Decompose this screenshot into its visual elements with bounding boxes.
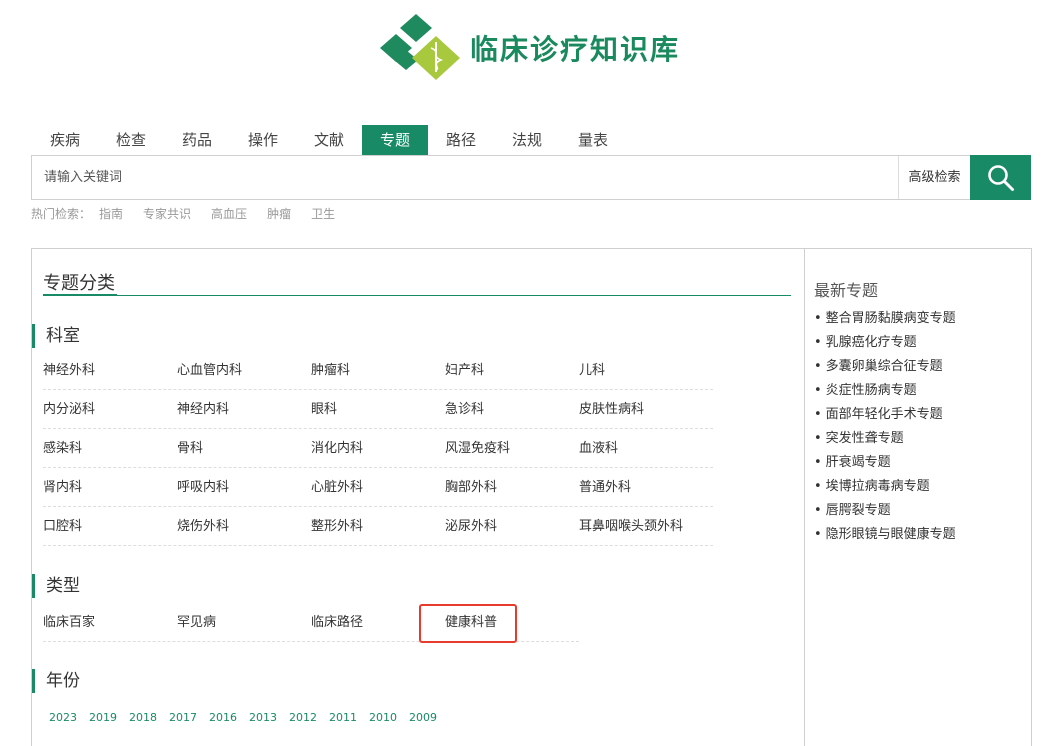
search-button[interactable]: [970, 155, 1031, 200]
department-grid: 神经外科 心血管内科 肿瘤科 妇产科 儿科 内分泌科 神经内科 眼科 急诊科 皮…: [43, 351, 713, 546]
advanced-search-button[interactable]: 高级检索: [898, 156, 970, 199]
latest-topic-link[interactable]: 整合胃肠黏膜病变专题: [814, 307, 956, 331]
type-link[interactable]: 罕见病: [177, 603, 311, 642]
search-icon: [988, 165, 1014, 191]
year-link[interactable]: 2017: [169, 711, 197, 724]
tab-literature[interactable]: 文献: [296, 125, 362, 155]
tab-drug[interactable]: 药品: [164, 125, 230, 155]
latest-topics-title: 最新专题: [814, 281, 879, 300]
department-link[interactable]: 胸部外科: [445, 468, 579, 507]
department-link[interactable]: 烧伤外科: [177, 507, 311, 546]
department-link[interactable]: 眼科: [311, 390, 445, 429]
title-divider: [43, 295, 791, 296]
department-link[interactable]: 肾内科: [43, 468, 177, 507]
hot-search-item[interactable]: 高血压: [211, 205, 247, 222]
department-link[interactable]: 泌尿外科: [445, 507, 579, 546]
latest-topic-link[interactable]: 埃博拉病毒病专题: [814, 475, 956, 499]
department-link[interactable]: 血液科: [579, 429, 713, 468]
sidebar-divider: [804, 249, 805, 746]
latest-topic-link[interactable]: 炎症性肠病专题: [814, 379, 956, 403]
latest-topic-link[interactable]: 唇腭裂专题: [814, 499, 956, 523]
department-link[interactable]: 风湿免疫科: [445, 429, 579, 468]
tab-pathway[interactable]: 路径: [428, 125, 494, 155]
department-link[interactable]: 内分泌科: [43, 390, 177, 429]
year-link[interactable]: 2009: [409, 711, 437, 724]
department-link[interactable]: 口腔科: [43, 507, 177, 546]
year-link[interactable]: 2019: [89, 711, 117, 724]
page-title: 专题分类: [43, 273, 115, 294]
latest-topics-list: 整合胃肠黏膜病变专题 乳腺癌化疗专题 多囊卵巢综合征专题 炎症性肠病专题 面部年…: [814, 307, 956, 547]
latest-topic-link[interactable]: 隐形眼镜与眼健康专题: [814, 523, 956, 547]
logo-text: 临床诊疗知识库: [470, 33, 681, 66]
tab-exam[interactable]: 检查: [98, 125, 164, 155]
hot-search-item[interactable]: 专家共识: [143, 205, 191, 222]
hot-search-item[interactable]: 卫生: [311, 205, 335, 222]
hot-search: 热门检索： 指南 专家共识 高血压 肿瘤 卫生: [31, 205, 355, 222]
hot-search-item[interactable]: 指南: [99, 205, 123, 222]
table-row: 神经外科 心血管内科 肿瘤科 妇产科 儿科: [43, 351, 713, 390]
search-input[interactable]: [32, 156, 898, 199]
latest-topic-link[interactable]: 面部年轻化手术专题: [814, 403, 956, 427]
year-link[interactable]: 2023: [49, 711, 77, 724]
logo-mark-icon: [380, 14, 460, 80]
department-link[interactable]: 神经内科: [177, 390, 311, 429]
topic-panel: 专题分类 科室 神经外科 心血管内科 肿瘤科 妇产科 儿科 内分泌科 神经内科 …: [31, 248, 1032, 746]
department-link[interactable]: 消化内科: [311, 429, 445, 468]
department-link[interactable]: 儿科: [579, 351, 713, 390]
department-link[interactable]: 妇产科: [445, 351, 579, 390]
type-link[interactable]: 临床百家: [43, 603, 177, 642]
department-heading: 科室: [32, 324, 80, 348]
year-link[interactable]: 2016: [209, 711, 237, 724]
table-row: 肾内科 呼吸内科 心脏外科 胸部外科 普通外科: [43, 468, 713, 507]
department-link[interactable]: 呼吸内科: [177, 468, 311, 507]
department-link[interactable]: 心血管内科: [177, 351, 311, 390]
tab-procedure[interactable]: 操作: [230, 125, 296, 155]
title-underline: [43, 294, 117, 296]
latest-topic-link[interactable]: 肝衰竭专题: [814, 451, 956, 475]
tab-regulation[interactable]: 法规: [494, 125, 560, 155]
latest-topic-link[interactable]: 乳腺癌化疗专题: [814, 331, 956, 355]
year-link[interactable]: 2018: [129, 711, 157, 724]
type-heading: 类型: [32, 574, 80, 598]
year-link[interactable]: 2012: [289, 711, 317, 724]
year-heading: 年份: [32, 669, 80, 693]
department-link[interactable]: 耳鼻咽喉头颈外科: [579, 507, 713, 546]
department-link[interactable]: 皮肤性病科: [579, 390, 713, 429]
latest-topic-link[interactable]: 多囊卵巢综合征专题: [814, 355, 956, 379]
department-link[interactable]: 肿瘤科: [311, 351, 445, 390]
table-row: 口腔科 烧伤外科 整形外科 泌尿外科 耳鼻咽喉头颈外科: [43, 507, 713, 546]
year-link[interactable]: 2010: [369, 711, 397, 724]
department-link[interactable]: 感染科: [43, 429, 177, 468]
year-list: 2023 2019 2018 2017 2016 2013 2012 2011 …: [49, 711, 449, 724]
hot-search-item[interactable]: 肿瘤: [267, 205, 291, 222]
department-link[interactable]: 急诊科: [445, 390, 579, 429]
department-link[interactable]: 心脏外科: [311, 468, 445, 507]
department-link[interactable]: 普通外科: [579, 468, 713, 507]
category-tabs: 疾病 检查 药品 操作 文献 专题 路径 法规 量表: [32, 125, 626, 155]
latest-topic-link[interactable]: 突发性聋专题: [814, 427, 956, 451]
table-row: 感染科 骨科 消化内科 风湿免疫科 血液科: [43, 429, 713, 468]
tab-disease[interactable]: 疾病: [32, 125, 98, 155]
year-link[interactable]: 2011: [329, 711, 357, 724]
search-bar: 高级检索: [31, 155, 1031, 200]
hot-search-label: 热门检索：: [31, 207, 92, 221]
department-link[interactable]: 整形外科: [311, 507, 445, 546]
tab-scale[interactable]: 量表: [560, 125, 626, 155]
tab-topic[interactable]: 专题: [362, 125, 428, 155]
department-link[interactable]: 骨科: [177, 429, 311, 468]
department-link[interactable]: 神经外科: [43, 351, 177, 390]
selection-highlight: [419, 604, 517, 643]
site-logo[interactable]: 临床诊疗知识库: [378, 14, 698, 84]
year-link[interactable]: 2013: [249, 711, 277, 724]
table-row: 内分泌科 神经内科 眼科 急诊科 皮肤性病科: [43, 390, 713, 429]
